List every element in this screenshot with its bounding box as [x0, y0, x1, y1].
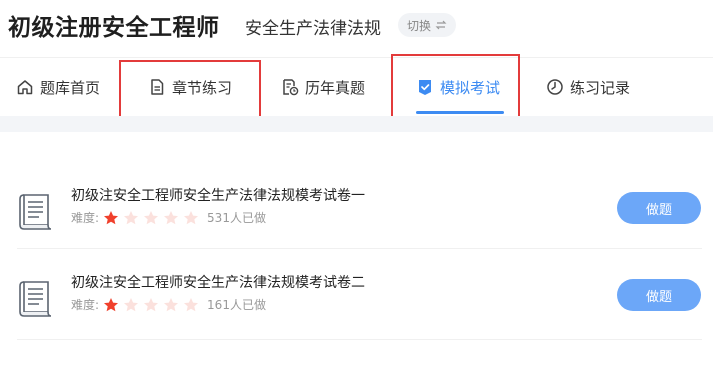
app-title: 初级注册安全工程师	[8, 15, 220, 41]
swap-icon	[435, 20, 447, 30]
star-icon	[144, 297, 159, 311]
difficulty-label: 难度:	[71, 211, 100, 225]
switch-label: 切换	[407, 18, 432, 33]
star-icon	[184, 297, 199, 311]
difficulty-stars	[103, 210, 199, 226]
section-separator	[0, 116, 713, 132]
scroll-paper-icon	[19, 281, 52, 317]
list-divider	[17, 339, 702, 340]
difficulty-stars	[103, 297, 199, 313]
do-exam-button[interactable]: 做题	[617, 279, 701, 311]
tab-past-papers[interactable]: 历年真题	[281, 58, 365, 116]
header: 初级注册安全工程师 安全生产法律法规 切换	[0, 0, 713, 56]
exam-list-item: 初级注安全工程师安全生产法律法规模考试卷一 难度: 531人已做 做题	[17, 175, 702, 265]
home-icon	[17, 80, 33, 95]
star-icon	[164, 210, 179, 224]
difficulty-row: 难度: 161人已做	[71, 296, 266, 313]
tab-home-label: 题库首页	[40, 78, 101, 97]
subject-title: 安全生产法律法规	[245, 19, 381, 39]
clock-icon	[547, 79, 563, 95]
star-icon	[104, 297, 119, 311]
tab-practice-records[interactable]: 练习记录	[546, 58, 630, 116]
star-icon	[124, 297, 139, 311]
star-icon	[104, 210, 119, 224]
difficulty-row: 难度: 531人已做	[71, 209, 266, 226]
exam-title: 初级注安全工程师安全生产法律法规模考试卷一	[71, 188, 365, 204]
do-exam-button[interactable]: 做题	[617, 192, 701, 224]
tab-home[interactable]: 题库首页	[16, 58, 100, 116]
nav-tabs: 题库首页 章节练习 历年真题 模拟考试 练习记录	[0, 58, 713, 116]
list-divider	[17, 248, 702, 249]
star-icon	[184, 210, 199, 224]
scroll-paper-icon	[19, 194, 52, 230]
history-paper-icon	[283, 79, 299, 96]
tab-past-papers-label: 历年真题	[305, 78, 366, 97]
star-icon	[164, 297, 179, 311]
star-icon	[144, 210, 159, 224]
participant-count: 531人已做	[207, 211, 266, 225]
highlight-box-mock-exam	[391, 54, 520, 120]
tab-practice-records-label: 练习记录	[570, 78, 631, 97]
difficulty-label: 难度:	[71, 298, 100, 312]
star-icon	[124, 210, 139, 224]
switch-subject-button[interactable]: 切换	[398, 13, 457, 37]
exam-title: 初级注安全工程师安全生产法律法规模考试卷二	[71, 275, 365, 291]
participant-count: 161人已做	[207, 298, 266, 312]
